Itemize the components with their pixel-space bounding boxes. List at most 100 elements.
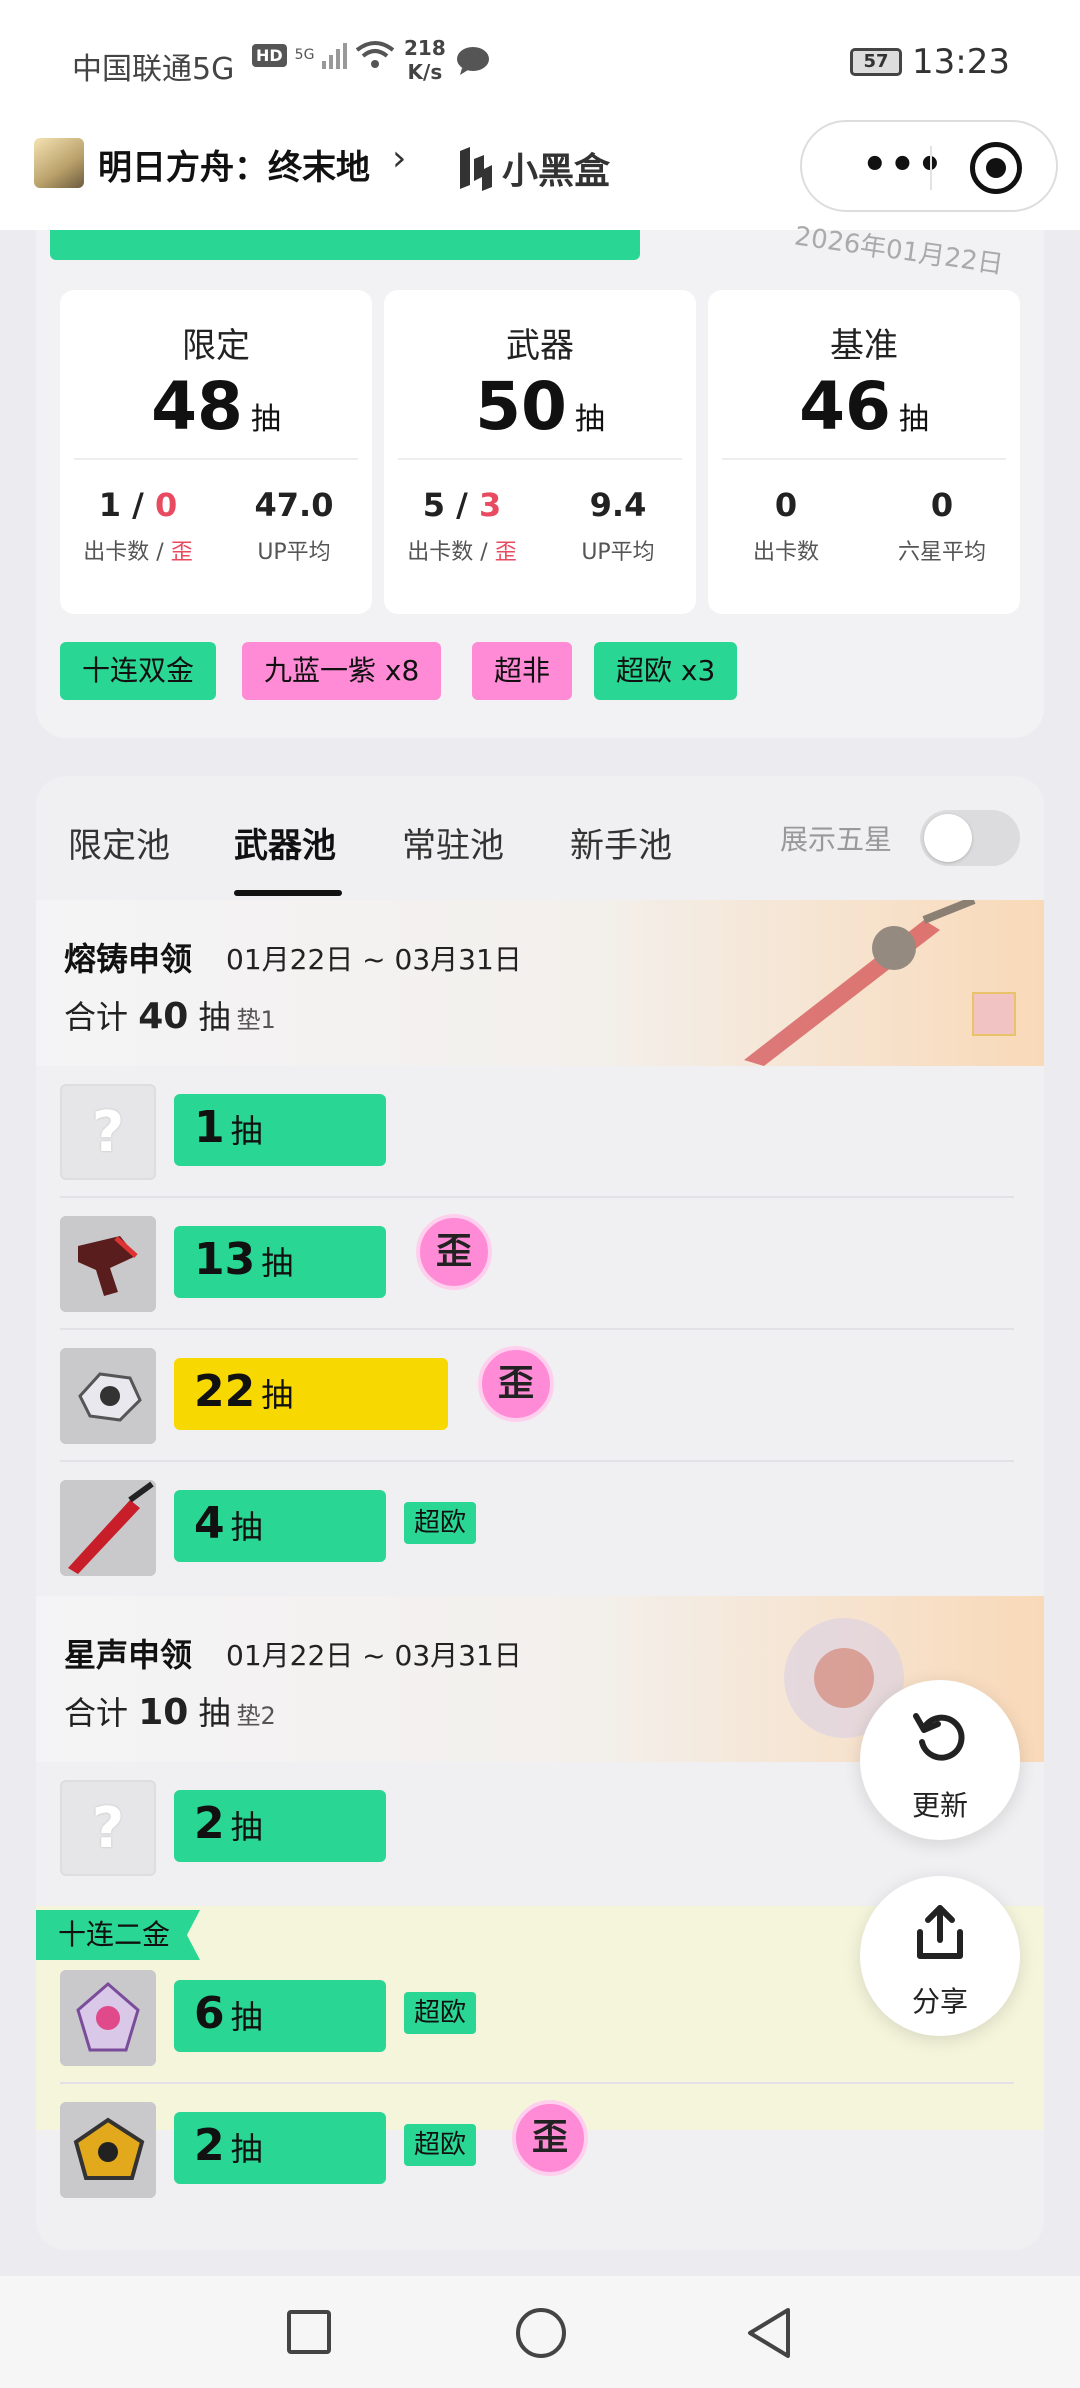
share-button[interactable]: 分享: [860, 1876, 1020, 2036]
off-banner-badge: 歪: [512, 2100, 588, 2176]
clock: 13:23: [912, 42, 1010, 82]
gun-weapon-icon: [60, 1216, 156, 1312]
stat-right-caption: UP平均: [257, 540, 331, 565]
pull-count-bar: 22 抽: [174, 1358, 448, 1430]
pull-count: 22 抽: [194, 1366, 293, 1417]
target-icon[interactable]: [970, 142, 1022, 194]
share-label: 分享: [911, 1985, 968, 2018]
brand-name: 小黑盒: [502, 151, 611, 192]
unknown-item-icon: ?: [60, 1084, 156, 1180]
sword-weapon-icon: [60, 1480, 156, 1576]
pull-count-bar: 6抽: [174, 1980, 386, 2052]
stat-standard: 基准 46 抽 0 出卡数 0 六星平均: [708, 290, 1020, 614]
tab-weapon-pool[interactable]: 武器池: [234, 818, 336, 867]
divider: [74, 458, 358, 460]
caption-red: 歪: [170, 540, 193, 565]
refresh-button[interactable]: 更新: [860, 1680, 1020, 1840]
total-unit: 抽: [198, 1694, 231, 1732]
pull-count-bar: 1抽: [174, 1094, 386, 1166]
game-avatar-icon[interactable]: [34, 138, 84, 188]
pull-count: 6抽: [194, 1988, 263, 2039]
stat-right-col: 9.4 UP平均: [540, 486, 696, 566]
divider: [722, 458, 1006, 460]
speed-value: 218: [404, 36, 446, 60]
tag-ten-double-gold: 十连双金: [60, 642, 217, 700]
tab-standard-pool[interactable]: 常驻池: [402, 818, 504, 867]
tag-super-unlucky: 超非: [472, 642, 573, 700]
stat-left-caption: 出卡数 / 歪: [60, 534, 216, 566]
recents-square-icon[interactable]: [287, 2310, 331, 2354]
crystal-weapon-icon: [60, 1970, 156, 2066]
stat-left-value: 1 / 0: [60, 486, 216, 524]
back-triangle-icon[interactable]: [744, 2306, 794, 2360]
value-separator: /: [121, 486, 155, 524]
show-five-star-toggle[interactable]: [920, 810, 1020, 866]
stat-count-unit: 抽: [250, 402, 281, 437]
pull-count-value: 2: [194, 2120, 225, 2171]
stat-left-col: 1 / 0 出卡数 / 歪: [60, 486, 216, 566]
stat-right-caption: 六星平均: [897, 540, 986, 565]
total-prefix: 合计: [64, 998, 129, 1036]
off-banner-count: 0: [154, 486, 178, 524]
total-unit: 抽: [198, 998, 231, 1036]
chevron-right-icon[interactable]: ›: [392, 138, 406, 179]
pull-count-bar: 2抽: [174, 2112, 386, 2184]
off-banner-badge: 歪: [416, 1214, 492, 1290]
game-title[interactable]: 明日方舟：终末地: [98, 140, 370, 189]
battery-icon: 57: [850, 48, 902, 76]
total-value: 10: [138, 1692, 189, 1733]
cards-count: 1: [98, 486, 122, 524]
stat-label: 限定: [182, 326, 250, 366]
show-five-star-label: 展示五星: [780, 823, 893, 856]
stat-left-value: 0: [774, 486, 798, 524]
hd-icon: HD: [252, 43, 287, 67]
refresh-icon: [913, 1713, 965, 1761]
off-banner-count: 3: [478, 486, 502, 524]
stat-left-value: 5 / 3: [384, 486, 540, 524]
pull-count: 4抽: [194, 1498, 263, 1549]
tab-limited-pool[interactable]: 限定池: [68, 818, 170, 867]
stat-right-col: 47.0 UP平均: [216, 486, 372, 566]
speed-unit: K/s: [407, 60, 443, 84]
tag-super-lucky: 超欧 x3: [594, 642, 738, 700]
pull-count-value: 22: [194, 1366, 256, 1417]
total-value: 40: [138, 996, 189, 1037]
pull-count-value: 4: [194, 1498, 225, 1549]
stat-count-unit: 抽: [898, 402, 929, 437]
tab-beginner-pool[interactable]: 新手池: [570, 818, 672, 867]
stat-label: 武器: [506, 326, 574, 366]
system-nav-bar: [0, 2276, 1080, 2388]
cards-count: 5: [422, 486, 446, 524]
caption-red: 歪: [494, 540, 517, 565]
divider: [398, 458, 682, 460]
pull-count-unit: 抽: [230, 1112, 263, 1150]
pool-name: 星声申领: [64, 1636, 193, 1674]
weapon-art-icon: [744, 900, 976, 1066]
stat-left-col: 0 出卡数: [708, 486, 864, 566]
summary-top-band: [50, 230, 640, 260]
question-mark: ?: [91, 1100, 125, 1165]
stat-left-caption: 出卡数 / 歪: [384, 534, 540, 566]
pull-count: 2抽: [194, 2120, 263, 2171]
pool-header-rongzhu: 熔铸申领 01月22日 ~ 03月31日 合计 40 抽垫1: [36, 900, 1044, 1066]
message-icon: [457, 47, 489, 75]
tag-nine-blue: 九蓝一紫 x8: [242, 642, 442, 700]
total-prefix: 合计: [64, 1694, 129, 1732]
pull-count: 1抽: [194, 1102, 263, 1153]
gold-device-icon: [60, 2102, 156, 2198]
pull-count-bar: 4抽: [174, 1490, 386, 1562]
stat-right-caption: UP平均: [581, 540, 655, 565]
stat-count-value: 48: [151, 368, 243, 445]
stat-weapon: 武器 50 抽 5 / 3 出卡数 / 歪 9.4 UP平均: [384, 290, 696, 614]
pull-count-unit: 抽: [230, 1508, 263, 1546]
question-mark: ?: [91, 1796, 125, 1861]
list-item: 2抽 超欧 歪: [36, 2084, 1044, 2216]
more-dots-icon[interactable]: •••: [862, 145, 945, 185]
carrier-label: 中国联通5G: [72, 52, 235, 87]
list-item: 22 抽 歪: [36, 1330, 1044, 1462]
pull-count-bar: 13 抽: [174, 1226, 386, 1298]
pools-card: 限定池 武器池 常驻池 新手池 展示五星 熔铸申领 01月22日 ~ 03月31…: [36, 776, 1044, 2250]
pity-label: 垫2: [236, 1702, 276, 1730]
home-circle-icon[interactable]: [516, 2308, 566, 2358]
pull-count: 2抽: [194, 1798, 263, 1849]
